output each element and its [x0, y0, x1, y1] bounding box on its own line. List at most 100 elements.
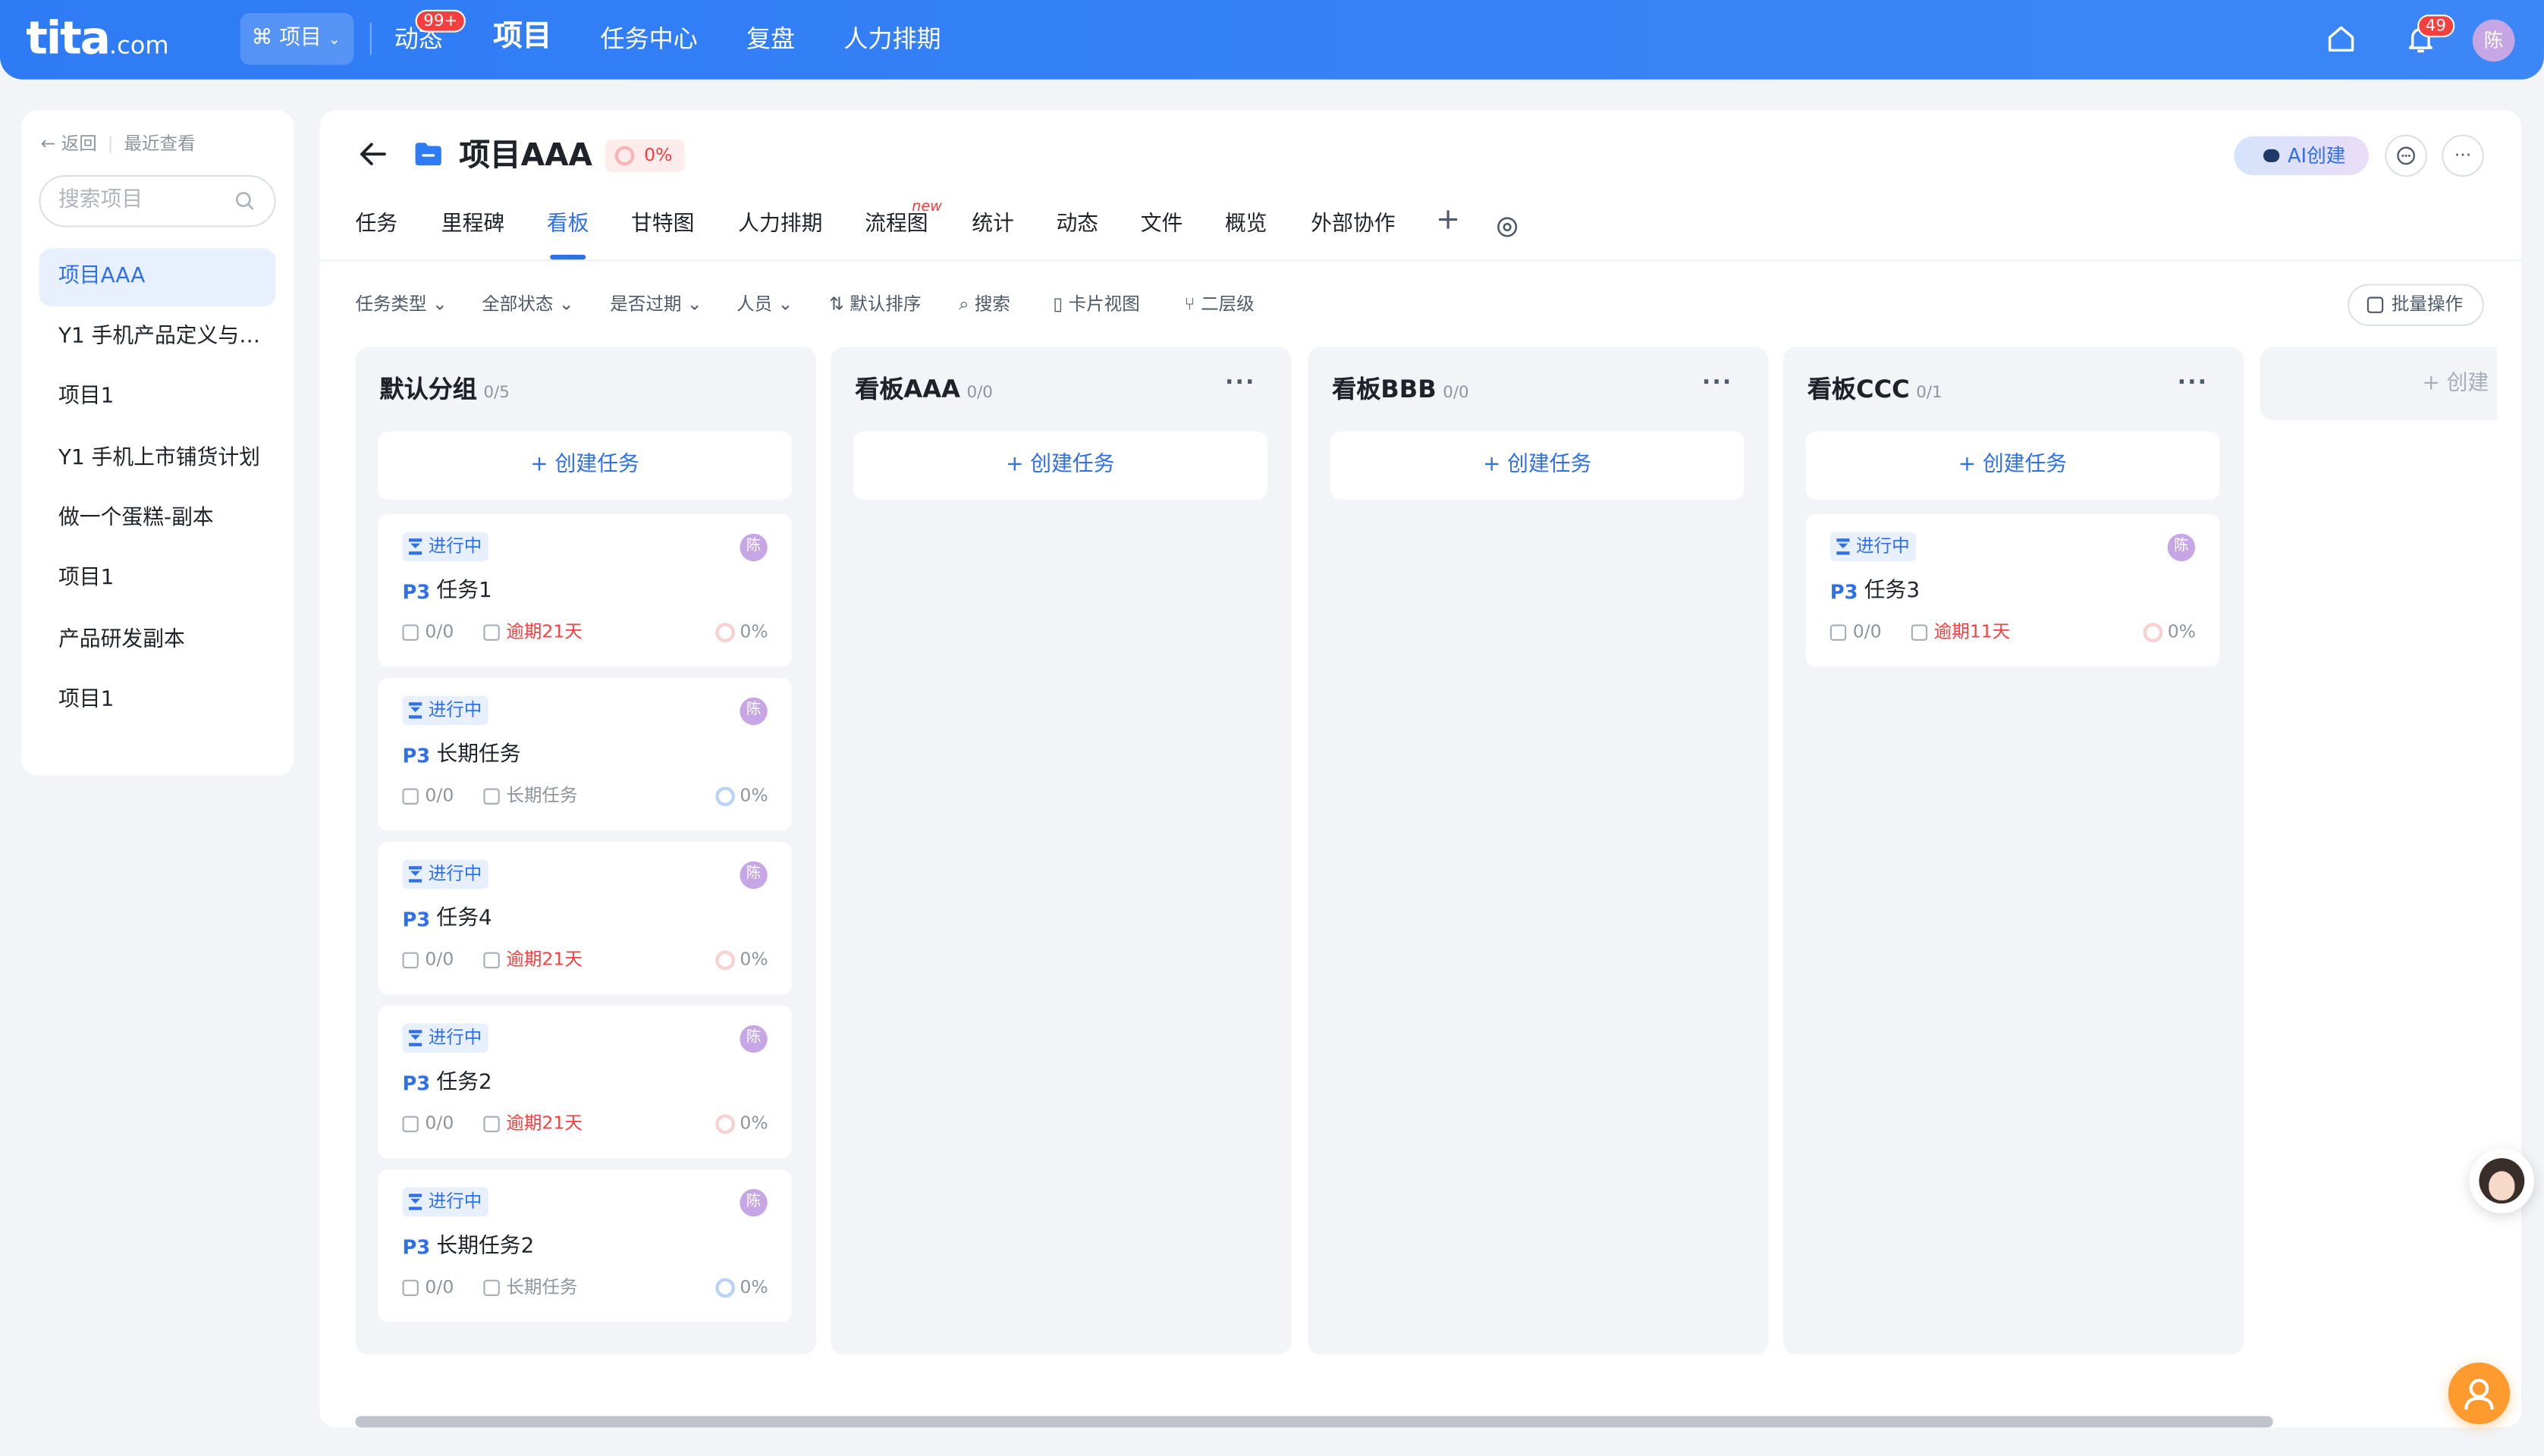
- tab-gantt[interactable]: 甘特图: [631, 211, 694, 240]
- hourglass-icon: [1836, 538, 1850, 555]
- due-label[interactable]: 长期任务: [506, 1276, 577, 1299]
- nav-scheduling[interactable]: 人力排期: [843, 20, 941, 58]
- sidebar-item[interactable]: 项目1: [39, 672, 275, 730]
- create-task-button[interactable]: + 创建任务: [378, 431, 792, 500]
- status-badge[interactable]: 进行中: [402, 859, 488, 890]
- task-name[interactable]: 任务3: [1864, 576, 1920, 608]
- horizontal-scrollbar[interactable]: [355, 1416, 2273, 1428]
- status-badge[interactable]: 进行中: [1829, 532, 1917, 562]
- ai-create-button[interactable]: AI创建: [2234, 136, 2369, 176]
- card-view-button[interactable]: ▯ 卡片视图: [1053, 292, 1140, 318]
- status-badge[interactable]: 进行中: [402, 695, 488, 726]
- column-more-button[interactable]: ···: [2178, 370, 2209, 396]
- task-card[interactable]: 进行中 陈 P3 任务1 0/0 逾期21天 0%: [378, 514, 792, 667]
- project-progress-badge[interactable]: 0%: [605, 139, 686, 172]
- project-switcher[interactable]: ⌘ 项目 ⌄: [240, 13, 354, 65]
- filter-people[interactable]: 人员 ⌄: [737, 292, 793, 318]
- due-label[interactable]: 逾期21天: [506, 1112, 583, 1135]
- task-card[interactable]: 进行中 陈 P3 任务3 0/0 逾期11天 0%: [1805, 514, 2220, 667]
- add-column-button[interactable]: + 创建: [2260, 347, 2497, 421]
- tab-external-collab[interactable]: 外部协作: [1311, 211, 1395, 240]
- sidebar-item[interactable]: 做一个蛋糕-副本: [39, 490, 275, 548]
- comment-button[interactable]: [2385, 134, 2427, 177]
- level-button[interactable]: ⑂ 二层级: [1184, 292, 1254, 318]
- priority-label[interactable]: P3: [402, 742, 430, 771]
- task-card[interactable]: 进行中 陈 P3 任务4 0/0 逾期21天 0%: [378, 842, 792, 995]
- create-task-button[interactable]: + 创建任务: [853, 431, 1267, 500]
- status-badge[interactable]: 进行中: [402, 1023, 488, 1053]
- task-name[interactable]: 长期任务: [436, 739, 520, 772]
- nav-task-center[interactable]: 任务中心: [600, 20, 697, 58]
- sidebar-item[interactable]: Y1 手机产品定义与规划: [39, 308, 276, 366]
- tab-milestones[interactable]: 里程碑: [441, 211, 504, 240]
- status-badge[interactable]: 进行中: [402, 532, 488, 562]
- search-button[interactable]: ⌕ 搜索: [959, 292, 1010, 318]
- task-name[interactable]: 长期任务2: [436, 1232, 534, 1264]
- task-name[interactable]: 任务1: [436, 576, 492, 608]
- nav-project[interactable]: 项目: [493, 18, 551, 57]
- priority-label[interactable]: P3: [1830, 577, 1858, 607]
- sidebar-item[interactable]: 项目1: [39, 369, 275, 427]
- priority-label[interactable]: P3: [402, 1069, 430, 1099]
- sidebar-item[interactable]: 项目1: [39, 550, 275, 608]
- status-badge[interactable]: 进行中: [402, 1187, 488, 1217]
- task-card[interactable]: 进行中 陈 P3 长期任务 0/0 长期任务 0%: [378, 678, 792, 831]
- customer-service-button[interactable]: [2448, 1362, 2511, 1425]
- filter-overdue[interactable]: 是否过期 ⌄: [610, 292, 702, 318]
- task-card[interactable]: 进行中 陈 P3 任务2 0/0 逾期21天 0%: [378, 1006, 792, 1159]
- priority-label[interactable]: P3: [402, 1233, 430, 1263]
- tab-kanban[interactable]: 看板: [547, 211, 589, 240]
- more-options-button[interactable]: ···: [2442, 134, 2484, 177]
- search-project-input[interactable]: 搜索项目: [39, 175, 276, 228]
- create-task-button[interactable]: + 创建任务: [1330, 431, 1745, 500]
- ai-robot-icon: [2263, 149, 2280, 162]
- due-label[interactable]: 逾期21天: [506, 621, 583, 644]
- batch-operation-button[interactable]: 批量操作: [2348, 284, 2484, 326]
- tita-logo[interactable]: tita.com: [26, 12, 168, 71]
- assignee-avatar[interactable]: 陈: [740, 697, 768, 726]
- due-label[interactable]: 逾期21天: [506, 949, 583, 971]
- sidebar-item[interactable]: Y1 手机上市铺货计划: [39, 430, 275, 488]
- priority-label[interactable]: P3: [402, 577, 430, 607]
- tab-statistics[interactable]: 统计: [972, 211, 1014, 240]
- due-label[interactable]: 逾期11天: [1934, 621, 2011, 644]
- home-icon[interactable]: [2325, 23, 2357, 55]
- tab-overview[interactable]: 概览: [1225, 211, 1267, 240]
- filter-all-status[interactable]: 全部状态 ⌄: [482, 292, 573, 318]
- task-card[interactable]: 进行中 陈 P3 长期任务2 0/0 长期任务 0%: [378, 1169, 792, 1323]
- sidebar-item[interactable]: 产品研发副本: [39, 611, 275, 670]
- checklist-count: 0/0: [1852, 621, 1882, 643]
- column-more-button[interactable]: ···: [1225, 370, 1256, 396]
- column-more-button[interactable]: ···: [1702, 370, 1733, 396]
- task-name[interactable]: 任务4: [436, 903, 492, 936]
- back-arrow-icon[interactable]: [355, 136, 391, 172]
- checklist-count: 0/0: [425, 1276, 454, 1298]
- assignee-avatar[interactable]: 陈: [740, 1188, 768, 1217]
- sidebar-item-project-aaa[interactable]: 项目AAA: [39, 248, 276, 307]
- back-link[interactable]: ← 返回: [40, 133, 96, 154]
- assignee-avatar[interactable]: 陈: [2167, 533, 2196, 562]
- assignee-avatar[interactable]: 陈: [740, 533, 768, 562]
- nav-review[interactable]: 复盘: [746, 20, 795, 58]
- assignee-avatar[interactable]: 陈: [740, 861, 768, 890]
- add-tab-button[interactable]: +: [1436, 206, 1460, 236]
- calendar-icon: [483, 952, 500, 968]
- task-name[interactable]: 任务2: [436, 1067, 492, 1100]
- column-count: 0/0: [966, 384, 993, 403]
- tab-settings-icon[interactable]: [1496, 215, 1519, 238]
- due-label[interactable]: 长期任务: [506, 785, 577, 808]
- column-count: 0/5: [483, 384, 510, 403]
- user-avatar[interactable]: 陈: [2472, 19, 2515, 62]
- tab-activity[interactable]: 动态: [1056, 211, 1098, 240]
- assignee-avatar[interactable]: 陈: [740, 1025, 768, 1053]
- priority-label[interactable]: P3: [402, 905, 430, 935]
- sort-button[interactable]: ⇅ 默认排序: [829, 292, 921, 318]
- task-progress: 0%: [740, 785, 768, 807]
- assistant-avatar-button[interactable]: [2469, 1148, 2535, 1213]
- tab-scheduling[interactable]: 人力排期: [738, 211, 822, 240]
- tab-tasks[interactable]: 任务: [355, 211, 397, 240]
- tab-files[interactable]: 文件: [1141, 211, 1183, 240]
- progress-ring-icon: [715, 623, 735, 643]
- filter-task-type[interactable]: 任务类型 ⌄: [355, 292, 447, 318]
- create-task-button[interactable]: + 创建任务: [1805, 431, 2220, 500]
